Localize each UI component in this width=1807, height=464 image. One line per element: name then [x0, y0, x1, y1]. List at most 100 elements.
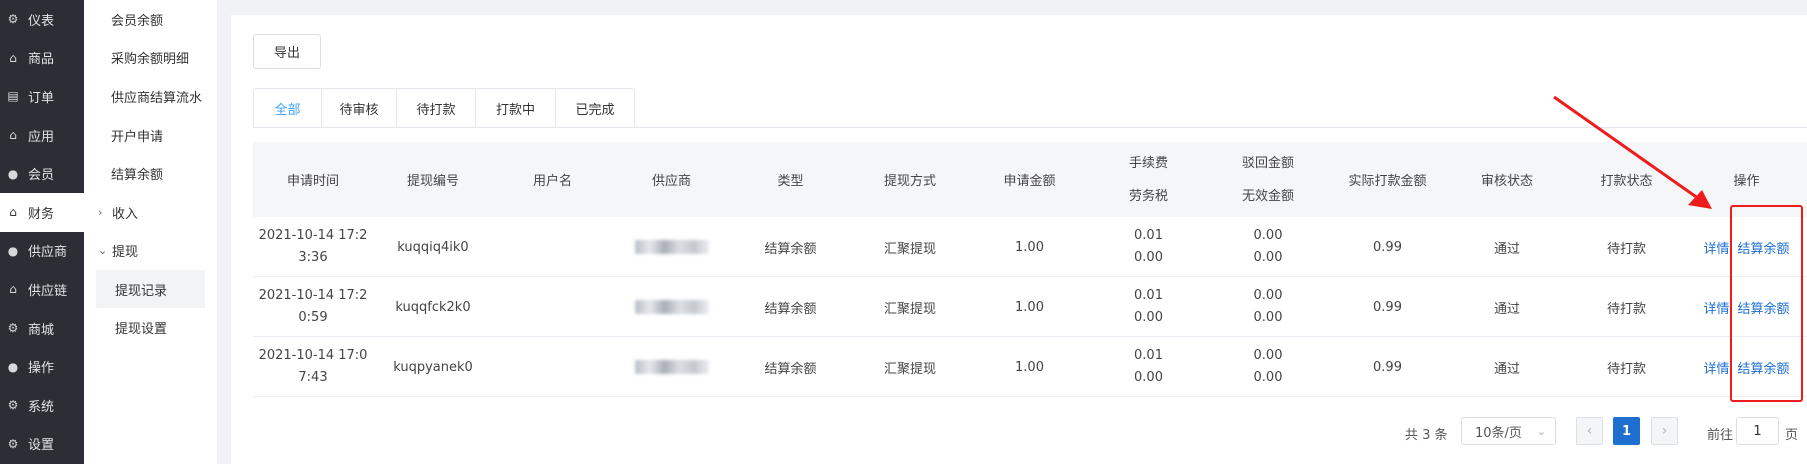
- settlement-balance-link[interactable]: 结算余额: [1738, 358, 1790, 377]
- nav-label: 订单: [28, 90, 55, 106]
- cell-withdraw-no: kuqqfck2k0: [395, 299, 471, 315]
- nav-item-operation[interactable]: ● 操作: [0, 347, 84, 386]
- th-invalid: 无效金额: [1241, 188, 1294, 204]
- cell-reject-invalid: 0.00 0.00: [1253, 288, 1283, 325]
- nav-item-members[interactable]: ● 会员: [0, 154, 84, 193]
- nav-item-settings[interactable]: ⚙ 设置: [0, 425, 84, 464]
- status-tabs: 全部 待审核 待打款 打款中 已完成: [253, 88, 635, 128]
- cell-type: 结算余额: [764, 241, 817, 257]
- nav-label: 应用: [28, 129, 55, 145]
- nav-item-supplier[interactable]: ● 供应商: [0, 232, 84, 271]
- th-amount: 申请金额: [1003, 174, 1056, 189]
- goto-page-input[interactable]: [1736, 417, 1779, 445]
- nav-item-orders[interactable]: ▤ 订单: [0, 77, 84, 116]
- next-page-button[interactable]: ›: [1651, 417, 1678, 445]
- cell-method: 汇聚提现: [883, 301, 936, 317]
- nav-label: 商品: [28, 52, 55, 68]
- subnav-settlement-balance[interactable]: 结算余额: [84, 154, 217, 193]
- tab-all[interactable]: 全部: [254, 89, 322, 128]
- nav-item-goods[interactable]: ⌂ 商品: [0, 39, 84, 78]
- pagination-total: 共 3 条: [1405, 428, 1448, 443]
- cell-operation: 详情 结算余额: [1686, 277, 1807, 337]
- cell-reject-invalid: 0.00 0.00: [1253, 228, 1283, 265]
- nav-item-system[interactable]: ⚙ 系统: [0, 386, 84, 425]
- user-icon: ●: [7, 359, 19, 374]
- nav-item-supply-chain[interactable]: ⌂ 供应链: [0, 270, 84, 309]
- cell-apply-time: 2021-10-14 17:2 0:59: [258, 288, 368, 325]
- cell-actual-amount: 0.99: [1373, 299, 1402, 315]
- settlement-balance-link[interactable]: 结算余额: [1738, 298, 1790, 317]
- main-panel: 导出 全部 待审核 待打款 打款中 已完成 申请时间 提现编号 用户名 供应商 …: [231, 15, 1807, 464]
- secondary-sidebar: 会员余额 采购余额明细 供应商结算流水 开户申请 结算余额 › 收入 ⌄ 提现 提现…: [84, 0, 217, 464]
- nav-item-dashboard[interactable]: ⚙ 仪表: [0, 0, 84, 39]
- th-fee: 手续费: [1128, 155, 1168, 171]
- detail-link[interactable]: 详情: [1703, 358, 1729, 377]
- cell-amount: 1.00: [1015, 299, 1044, 315]
- tab-pending-payment[interactable]: 待打款: [397, 89, 476, 128]
- settlement-balance-link[interactable]: 结算余额: [1738, 238, 1790, 257]
- subnav-withdraw-records[interactable]: 提现记录: [96, 270, 205, 309]
- user-icon: ●: [7, 243, 19, 258]
- gear-icon: ⚙: [7, 436, 19, 451]
- nav-item-apps[interactable]: ⌂ 应用: [0, 116, 84, 155]
- redacted-supplier: [634, 360, 709, 374]
- cell-apply-time: 2021-10-14 17:0 7:43: [258, 348, 368, 385]
- cell-audit-status: 通过: [1493, 241, 1520, 257]
- cell-withdraw-no: kuqpyanek0: [393, 359, 473, 375]
- th-type: 类型: [777, 174, 804, 189]
- tabs-divider: [253, 127, 1807, 128]
- tab-pending-review[interactable]: 待审核: [322, 89, 397, 128]
- subnav-withdraw-settings[interactable]: 提现设置: [84, 308, 217, 347]
- export-button[interactable]: 导出: [253, 34, 321, 69]
- nav-label: 操作: [28, 361, 55, 377]
- chevron-down-icon: ⌄: [98, 244, 108, 258]
- subnav-supplier-settlement-flow[interactable]: 供应商结算流水: [84, 77, 217, 116]
- group-label: 收入: [112, 206, 139, 222]
- home-icon: ⌂: [9, 50, 17, 65]
- table-header: 申请时间 提现编号 用户名 供应商 类型 提现方式 申请金额 手续费 劳务税 驳回…: [253, 142, 1807, 217]
- cell-supplier: [612, 217, 731, 277]
- cell-amount: 1.00: [1015, 239, 1044, 255]
- document-icon: ▤: [7, 89, 19, 104]
- tab-paying[interactable]: 打款中: [476, 89, 556, 128]
- page-number-current[interactable]: 1: [1613, 417, 1640, 445]
- subnav-member-balance[interactable]: 会员余额: [84, 0, 217, 39]
- chevron-left-icon: ‹: [1586, 423, 1593, 439]
- subnav-account-application[interactable]: 开户申请: [84, 116, 217, 155]
- cell-operation: 详情 结算余额: [1686, 217, 1807, 277]
- cell-pay-status: 待打款: [1606, 361, 1646, 377]
- subnav-group-income[interactable]: › 收入: [84, 193, 217, 232]
- cell-reject-invalid: 0.00 0.00: [1253, 348, 1283, 385]
- group-label: 提现: [112, 245, 139, 261]
- detail-link[interactable]: 详情: [1703, 298, 1729, 317]
- page-size-value: 10条/页: [1475, 425, 1522, 441]
- gear-icon: ⚙: [7, 12, 19, 27]
- page-size-select[interactable]: 10条/页 ⌄: [1461, 417, 1556, 445]
- cell-withdraw-no: kuqqiq4ik0: [397, 239, 469, 255]
- detail-link[interactable]: 详情: [1703, 238, 1729, 257]
- nav-item-mall[interactable]: ⚙ 商城: [0, 309, 84, 348]
- redacted-supplier: [634, 240, 709, 254]
- th-username: 用户名: [532, 174, 572, 189]
- table-row: 2021-10-14 17:0 7:43 kuqpyanek0 结算余额 汇聚提现…: [253, 337, 1807, 397]
- subnav-purchase-balance-detail[interactable]: 采购余额明细: [84, 39, 217, 78]
- nav-label: 会员: [28, 168, 55, 184]
- redacted-supplier: [634, 300, 709, 314]
- th-fee-tax: 手续费 劳务税: [1089, 142, 1208, 217]
- cell-audit-status: 通过: [1493, 301, 1520, 317]
- cell-actual-amount: 0.99: [1373, 239, 1402, 255]
- cell-fee-tax: 0.01 0.00: [1134, 288, 1163, 325]
- cell-supplier: [612, 337, 731, 397]
- subnav-group-withdraw[interactable]: ⌄ 提现: [84, 232, 217, 271]
- tab-completed[interactable]: 已完成: [556, 89, 634, 128]
- goto-prefix: 前往: [1707, 428, 1734, 443]
- nav-item-finance[interactable]: ⌂ 财务: [0, 192, 84, 232]
- table-row: 2021-10-14 17:2 0:59 kuqqfck2k0 结算余额 汇聚提现…: [253, 277, 1807, 337]
- cell-fee-tax: 0.01 0.00: [1134, 228, 1163, 265]
- prev-page-button[interactable]: ‹: [1576, 417, 1603, 445]
- nav-label: 仪表: [28, 13, 55, 29]
- cell-operation: 详情 结算余额: [1686, 337, 1807, 397]
- home-icon: ⌂: [9, 282, 17, 297]
- gear-icon: ⚙: [7, 321, 19, 336]
- home-icon: ⌂: [9, 205, 17, 220]
